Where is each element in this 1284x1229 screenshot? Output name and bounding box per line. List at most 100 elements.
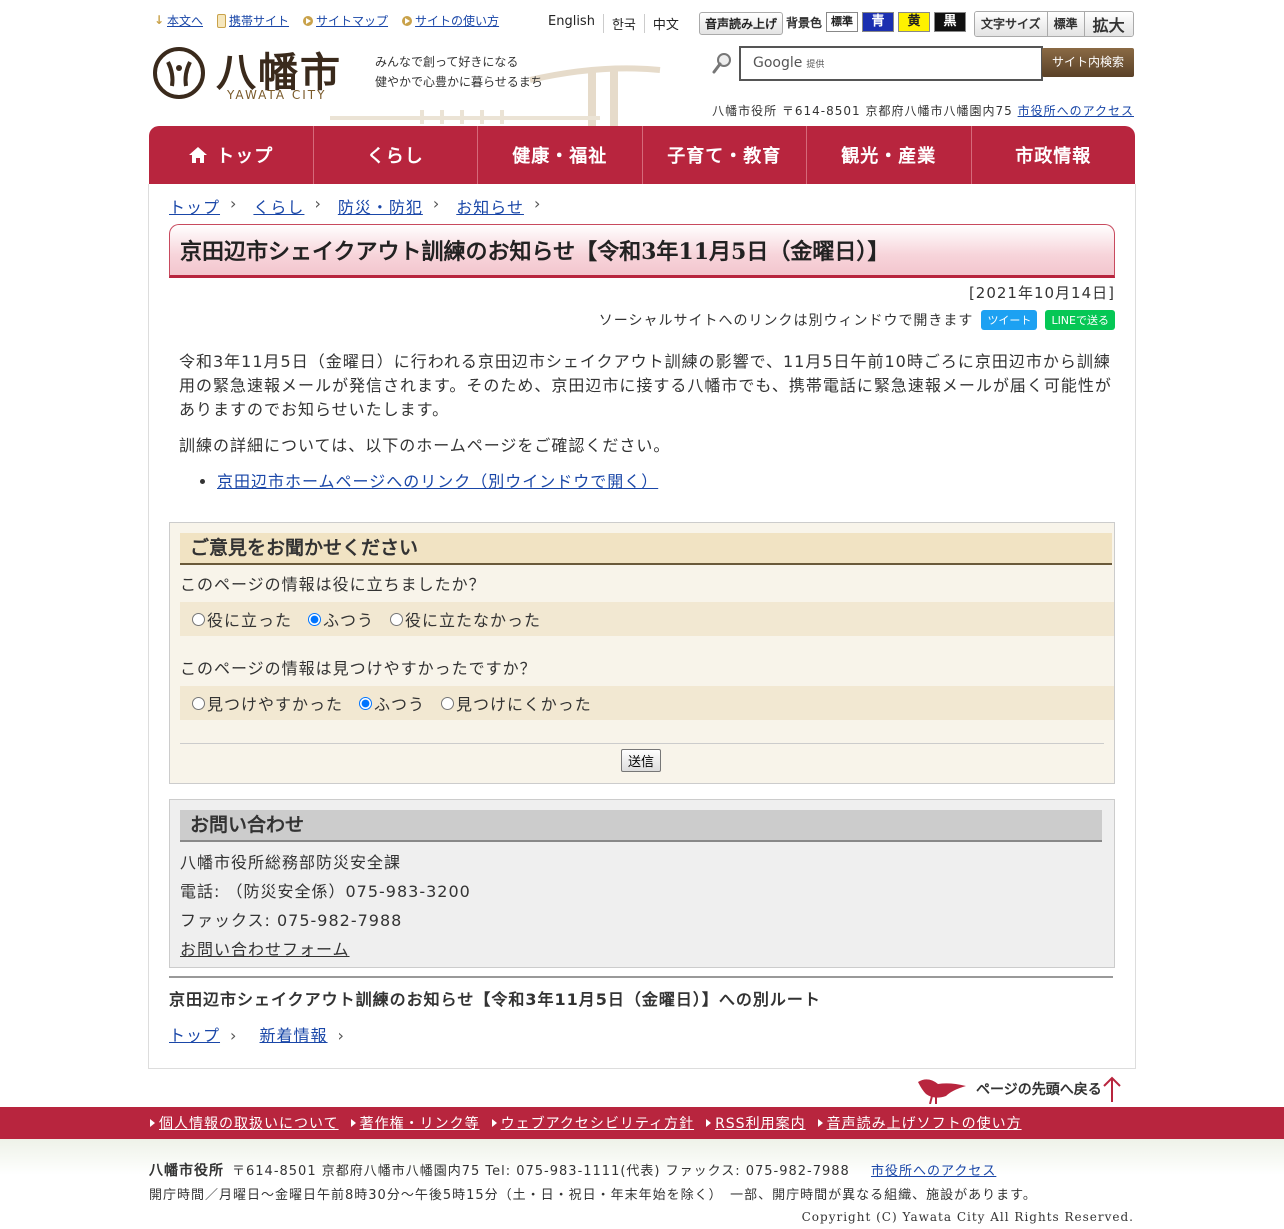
breadcrumb: トップ › くらし › 防災・防犯 › お知らせ ›	[169, 194, 557, 218]
global-nav: トップ くらし 健康・福祉 子育て・教育 観光・産業 市政情報	[149, 126, 1135, 184]
font-enlarge-button[interactable]: 拡大	[1083, 12, 1133, 36]
contact-form-link[interactable]: お問い合わせフォーム	[180, 936, 350, 960]
contact-department: 八幡市役所総務部防災安全課	[180, 853, 402, 872]
footer-nav: 個人情報の取扱いについて 著作権・リンク等 ウェブアクセシビリティ方針 RSS利…	[0, 1107, 1284, 1139]
chevron-right-icon: ›	[230, 1026, 238, 1045]
tweet-button[interactable]: ツイート	[981, 310, 1038, 330]
chevron-right-icon: ›	[337, 1026, 345, 1045]
arrow-circle-icon	[303, 15, 314, 26]
footer-link-voice-software[interactable]: 音声読み上げソフトの使い方	[817, 1113, 1022, 1133]
search-brand: Google	[753, 55, 803, 71]
link-list: 京田辺市ホームページへのリンク（別ウインドウで開く）	[179, 470, 1114, 494]
font-size-label: 文字サイズ	[975, 12, 1047, 36]
triangle-right-icon	[350, 1119, 356, 1127]
footer-link-copyright[interactable]: 著作権・リンク等	[350, 1113, 480, 1133]
footer-address: 八幡市役所 〒614-8501 京都府八幡市八幡園内75 Tel: 075-983…	[149, 1163, 997, 1179]
alt-route-breadcrumb: トップ › 新着情報 ›	[169, 1022, 361, 1046]
breadcrumb-kurashi[interactable]: くらし	[253, 194, 304, 218]
breadcrumb-notice[interactable]: お知らせ	[456, 194, 524, 218]
footer-org: 八幡市役所	[149, 1163, 224, 1179]
bg-color-label: 背景色	[786, 15, 823, 30]
footer-hours: 開庁時間／月曜日～金曜日午前8時30分～午後5時15分（土・日・祝日・年末年始を…	[149, 1188, 1037, 1203]
triangle-right-icon	[706, 1119, 712, 1127]
radio-not-useful[interactable]	[390, 612, 404, 626]
contact-heading: お問い合わせ	[180, 810, 1102, 842]
breadcrumb-top[interactable]: トップ	[169, 194, 220, 218]
sitemap-link[interactable]: サイトマップ	[303, 12, 388, 29]
alt-route-title: 京田辺市シェイクアウト訓練のお知らせ【令和3年11月5日（金曜日）】への別ルート	[169, 990, 821, 1009]
article-paragraph: 令和3年11月5日（金曜日）に行われる京田辺市シェイクアウト訓練の影響で、11月…	[179, 352, 1112, 419]
header-access-link[interactable]: 市役所へのアクセス	[1018, 104, 1134, 118]
site-usage-link[interactable]: サイトの使い方	[402, 12, 499, 29]
radio-useful[interactable]	[192, 612, 205, 626]
divider	[169, 976, 1113, 978]
radio-hard[interactable]	[441, 696, 455, 710]
social-share: ソーシャルサイトへのリンクは別ウィンドウで開きます ツイート LINEで送る	[599, 310, 1115, 330]
radio-normal[interactable]	[308, 612, 322, 626]
list-item: 京田辺市ホームページへのリンク（別ウインドウで開く）	[217, 470, 1114, 494]
site-search-button[interactable]: サイト内検索	[1042, 48, 1134, 77]
line-share-button[interactable]: LINEで送る	[1045, 310, 1115, 330]
q1-option-normal[interactable]: ふつう	[308, 607, 374, 631]
arrow-circle-icon	[402, 15, 413, 26]
radio-easy[interactable]	[192, 696, 205, 710]
chevron-right-icon: ›	[533, 194, 542, 213]
font-standard-button[interactable]: 標準	[1046, 12, 1084, 36]
kyotanabe-link[interactable]: 京田辺市ホームページへのリンク（別ウインドウで開く）	[217, 472, 658, 491]
language-switcher: English 한국 中文	[540, 14, 687, 33]
chevron-right-icon: ›	[314, 194, 322, 213]
main-content: トップ › くらし › 防災・防犯 › お知らせ › 京田辺市シェイクアウト訓練のお知ら…	[148, 184, 1136, 1069]
home-icon	[189, 147, 208, 163]
utility-links: 本文へ 携帯サイト サイトマップ サイトの使い方	[154, 12, 499, 29]
lang-english[interactable]: English	[540, 14, 603, 33]
article-paragraph: 訓練の詳細については、以下のホームページをご確認ください。	[179, 436, 671, 455]
tagline: みんなで創って好きになる 健やかで心豊かに暮らせるまち	[375, 55, 543, 89]
mobile-site-link[interactable]: 携帯サイト	[217, 12, 289, 29]
footer-access-link[interactable]: 市役所へのアクセス	[871, 1164, 996, 1179]
breadcrumb-disaster[interactable]: 防災・防犯	[338, 194, 423, 218]
radio-normal[interactable]	[359, 696, 373, 710]
nav-top[interactable]: トップ	[149, 126, 313, 184]
skip-to-content-link[interactable]: 本文へ	[154, 12, 203, 29]
footer-link-privacy[interactable]: 個人情報の取扱いについて	[150, 1113, 339, 1133]
triangle-right-icon	[150, 1119, 155, 1127]
site-logo[interactable]: 八幡市 YAWATA CITY	[152, 46, 352, 104]
lang-korean[interactable]: 한국	[602, 14, 644, 33]
q2-option-normal[interactable]: ふつう	[359, 691, 425, 715]
social-note: ソーシャルサイトへのリンクは別ウィンドウで開きます	[598, 313, 974, 329]
contact-box: お問い合わせ 八幡市役所総務部防災安全課 電話: （防災安全係）075-983-…	[169, 799, 1115, 968]
nav-childcare-education[interactable]: 子育て・教育	[641, 126, 807, 184]
contact-phone: 電話: （防災安全係）075-983-3200	[180, 882, 471, 901]
page-top-link[interactable]: ページの先頭へ戻る	[916, 1074, 1130, 1104]
feedback-form: ご意見をお聞かせください このページの情報は役に立ちましたか？ 役に立った ふつ…	[169, 522, 1115, 784]
nav-health-welfare[interactable]: 健康・福祉	[477, 126, 642, 184]
nav-kurashi[interactable]: くらし	[312, 126, 478, 184]
footer-link-accessibility[interactable]: ウェブアクセシビリティ方針	[491, 1113, 694, 1133]
background-color-selector: 背景色 標準 青 黄 黒	[786, 12, 967, 32]
mobile-phone-icon	[217, 13, 227, 28]
bg-yellow-button[interactable]: 黄	[898, 12, 931, 32]
arrow-down-icon	[154, 13, 164, 27]
q1-option-useful[interactable]: 役に立った	[192, 607, 292, 631]
chevron-right-icon: ›	[230, 194, 238, 213]
alt-route-top[interactable]: トップ	[169, 1026, 220, 1045]
logo-english: YAWATA CITY	[227, 88, 327, 102]
feedback-options-2: 見つけやすかった ふつう 見つけにくかった	[180, 686, 1114, 720]
alt-route-news[interactable]: 新着情報	[260, 1026, 328, 1045]
feedback-question-2: このページの情報は見つけやすかったですか？	[180, 659, 537, 678]
voice-reader-button[interactable]: 音声読み上げ	[699, 12, 784, 35]
bg-blue-button[interactable]: 青	[862, 12, 895, 32]
feedback-submit-button[interactable]: 送信	[621, 749, 662, 772]
page-title: 京田辺市シェイクアウト訓練のお知らせ【令和3年11月5日（金曜日）】	[180, 239, 890, 265]
footer-link-rss[interactable]: RSS利用案内	[706, 1113, 806, 1133]
q1-option-not-useful[interactable]: 役に立たなかった	[390, 607, 541, 631]
bg-standard-button[interactable]: 標準	[826, 12, 859, 32]
q2-option-easy[interactable]: 見つけやすかった	[192, 691, 343, 715]
bg-black-button[interactable]: 黒	[934, 12, 967, 32]
site-search-input[interactable]: Google 提供	[739, 46, 1043, 81]
nav-tourism-industry[interactable]: 観光・産業	[806, 126, 971, 184]
footer-copyright: Copyright (C) Yawata City All Rights Res…	[801, 1210, 1134, 1224]
q2-option-hard[interactable]: 見つけにくかった	[441, 691, 592, 715]
nav-city-info[interactable]: 市政情報	[970, 126, 1136, 184]
lang-chinese[interactable]: 中文	[643, 14, 687, 33]
